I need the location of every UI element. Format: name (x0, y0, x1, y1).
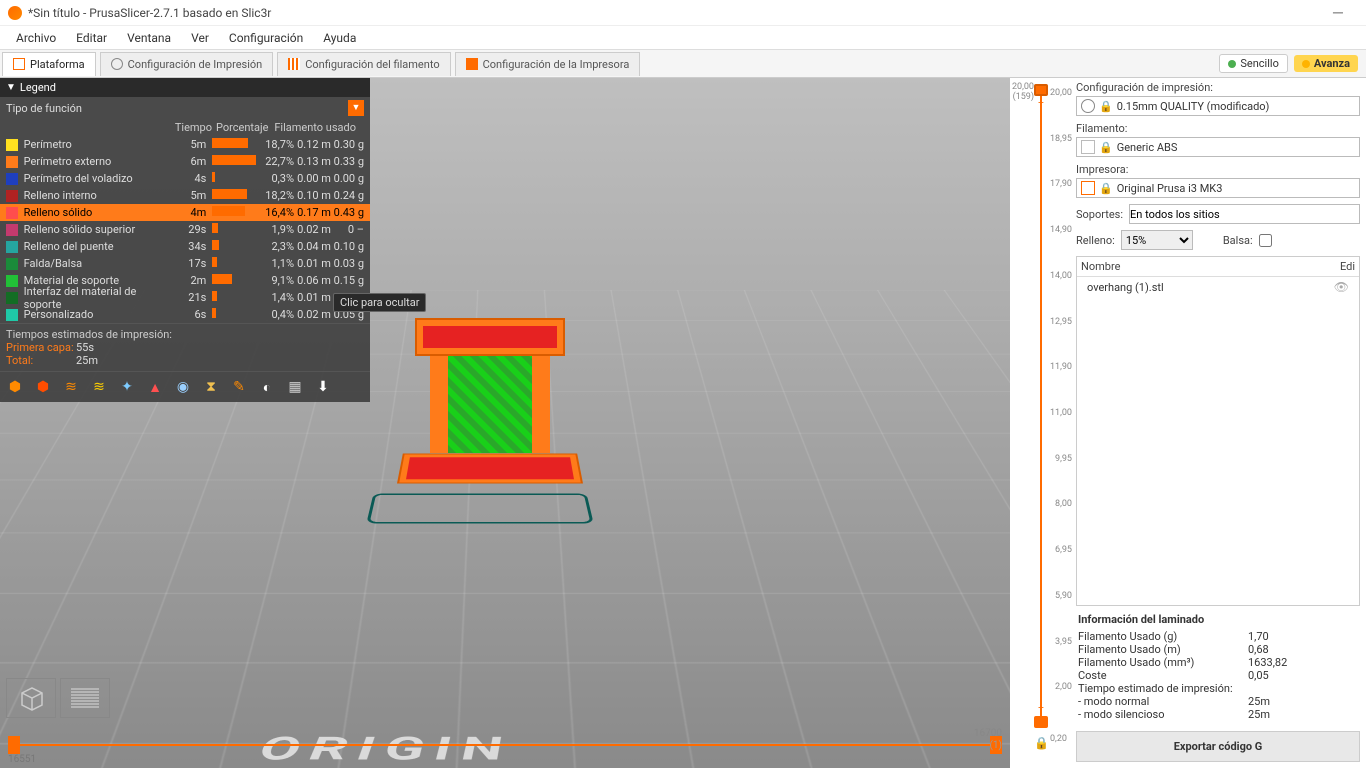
view-volflow-icon[interactable]: ◉ (174, 378, 192, 396)
filament-color-swatch[interactable] (1081, 140, 1095, 154)
filament-dropdown[interactable]: 🔒Generic ABS (1076, 137, 1360, 157)
print-settings-label: Configuración de impresión: (1076, 81, 1360, 94)
supports-label: Soportes: (1076, 208, 1123, 221)
view-shells-icon[interactable]: ▦ (286, 378, 304, 396)
eye-icon[interactable]: 👁 (1334, 280, 1349, 294)
print-settings-dropdown[interactable]: 🔒0.15mm QUALITY (modificado) (1076, 96, 1360, 116)
mode-advanced[interactable]: Avanza (1294, 55, 1358, 72)
lock-icon: 🔒 (1099, 141, 1113, 154)
view-layers-button[interactable] (60, 678, 110, 718)
menu-editar[interactable]: Editar (66, 31, 117, 45)
balsa-label: Balsa: (1223, 234, 1253, 247)
object-list: NombreEdi overhang (1).stl 👁 (1076, 256, 1360, 606)
legend-columns: TiempoPorcentajeFilamento usado (0, 119, 370, 136)
legend-row[interactable]: Relleno sólido superior 29s 1,9% 0.02 m … (0, 221, 370, 238)
view-speed-icon[interactable]: ≋ (90, 378, 108, 396)
legend-row[interactable]: Perímetro externo 6m 22,7% 0.13 m 0.33 g (0, 153, 370, 170)
right-sidebar: Configuración de impresión: 🔒0.15mm QUAL… (1070, 78, 1366, 768)
legend-row[interactable]: Perímetro del voladizo 4s 0,3% 0.00 m 0.… (0, 170, 370, 187)
legend-row[interactable]: Falda/Balsa 17s 1,1% 0.01 m 0.03 g (0, 255, 370, 272)
config-tabs: Plataforma Configuración de Impresión Co… (0, 50, 1366, 78)
view-feature-icon[interactable]: ⬢ (6, 378, 24, 396)
lock-icon: 🔒 (1099, 100, 1113, 113)
titlebar: *Sin título - PrusaSlicer-2.7.1 basado e… (0, 0, 1366, 26)
legend-type-dropdown[interactable]: ▼ (348, 100, 364, 116)
view-tool-marker-icon[interactable]: ⬇ (314, 378, 332, 396)
printer-dropdown[interactable]: 🔒Original Prusa i3 MK3 (1076, 178, 1360, 198)
legend-swatch (6, 190, 18, 202)
layer-slider[interactable]: 20,00(159) + + 20,0018,9517,9014,9014,00… (1010, 78, 1070, 768)
view-3d-button[interactable] (6, 678, 56, 718)
minimize-button[interactable]: ─ (1318, 4, 1358, 21)
vslider-add-bottom[interactable]: + (1034, 703, 1048, 714)
window-title: *Sin título - PrusaSlicer-2.7.1 basado e… (28, 6, 271, 20)
legend-row[interactable]: Interfaz del material de soporte 21s 1,4… (0, 289, 370, 306)
legend-times: Tiempos estimados de impresión: Primera … (0, 323, 370, 371)
printer-icon (1081, 181, 1095, 195)
view-tool-icon[interactable]: ✎ (230, 378, 248, 396)
tab-printer-settings[interactable]: Configuración de la Impresora (455, 52, 641, 76)
legend-swatch (6, 224, 18, 236)
legend-row-tooltip: Clic para ocultar (333, 293, 426, 312)
menu-ventana[interactable]: Ventana (117, 31, 181, 45)
legend-row[interactable]: Relleno sólido 4m 16,4% 0.17 m 0.43 g (0, 204, 370, 221)
legend-swatch (6, 156, 18, 168)
supports-dropdown[interactable] (1129, 204, 1360, 224)
menu-archivo[interactable]: Archivo (6, 31, 66, 45)
hslider-handle-left[interactable] (8, 736, 20, 754)
legend-swatch (6, 207, 18, 219)
tab-print-settings[interactable]: Configuración de Impresión (100, 52, 274, 76)
legend-swatch (6, 309, 18, 321)
legend-swatch (6, 258, 18, 270)
legend-row[interactable]: Relleno del puente 34s 2,3% 0.04 m 0.10 … (0, 238, 370, 255)
legend-swatch (6, 173, 18, 185)
legend-section-header: Tipo de función ▼ (0, 97, 370, 119)
legend-panel: ▼Legend Tipo de función ▼ TiempoPorcenta… (0, 78, 370, 402)
mode-simple[interactable]: Sencillo (1219, 54, 1288, 73)
tab-filament-settings[interactable]: Configuración del filamento (277, 52, 450, 76)
legend-row[interactable]: Relleno interno 5m 18,2% 0.10 m 0.24 g (0, 187, 370, 204)
app-icon (8, 6, 22, 20)
vslider-lock-icon[interactable]: 🔒 (1034, 736, 1049, 750)
vslider-add-top[interactable]: + (1034, 98, 1048, 109)
view-toggle-buttons (6, 678, 110, 718)
export-gcode-button[interactable]: Exportar código G (1076, 731, 1360, 762)
gear-icon (1081, 99, 1095, 113)
legend-toolbar: ⬢ ⬢ ≋ ≋ ✦ ▲ ◉ ⧗ ✎ ◐ ▦ ⬇ (0, 371, 370, 402)
balsa-checkbox[interactable] (1259, 234, 1272, 247)
infill-label: Relleno: (1076, 234, 1115, 247)
legend-row[interactable]: Personalizado 6s 0,4% 0.02 m 0.05 g (0, 306, 370, 323)
view-width-icon[interactable]: ≋ (62, 378, 80, 396)
legend-swatch (6, 241, 18, 253)
legend-row[interactable]: Perímetro 5m 18,7% 0.12 m 0.30 g (0, 136, 370, 153)
tab-platform[interactable]: Plataforma (2, 52, 96, 76)
slice-info-panel: Información del laminado Filamento Usado… (1070, 609, 1366, 725)
horizontal-move-slider[interactable]: 16551 16700 (1) (8, 730, 1002, 760)
menu-ver[interactable]: Ver (181, 31, 219, 45)
viewport-3d[interactable]: ORIGIN ▼Legend Tipo de función ▼ TiempoP… (0, 78, 1010, 768)
view-height-icon[interactable]: ⬢ (34, 378, 52, 396)
printer-label: Impresora: (1076, 163, 1360, 176)
legend-swatch (6, 275, 18, 287)
vslider-handle-bottom[interactable] (1034, 716, 1048, 728)
infill-dropdown[interactable]: 15% (1121, 230, 1193, 250)
menu-ayuda[interactable]: Ayuda (313, 31, 366, 45)
menubar: Archivo Editar Ventana Ver Configuración… (0, 26, 1366, 50)
menu-configuracion[interactable]: Configuración (219, 31, 313, 45)
view-temp-icon[interactable]: ▲ (146, 378, 164, 396)
sliced-model-preview (400, 318, 580, 518)
view-color-icon[interactable]: ◐ (258, 378, 276, 396)
legend-swatch (6, 139, 18, 151)
view-fan-icon[interactable]: ✦ (118, 378, 136, 396)
lock-icon: 🔒 (1099, 182, 1113, 195)
view-layer-time-icon[interactable]: ⧗ (202, 378, 220, 396)
legend-header[interactable]: ▼Legend (0, 78, 370, 97)
object-row[interactable]: overhang (1).stl 👁 (1077, 277, 1359, 297)
filament-label: Filamento: (1076, 122, 1360, 135)
vslider-top-info: 20,00(159) (990, 82, 1034, 102)
legend-swatch (6, 292, 18, 304)
